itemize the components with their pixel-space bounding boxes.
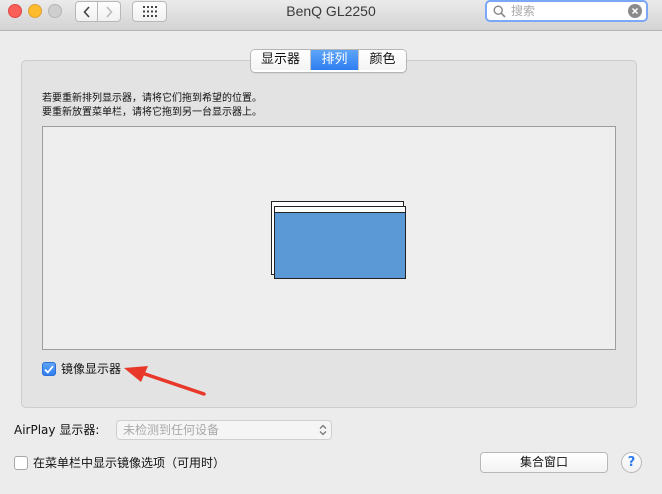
tab-color[interactable]: 颜色: [358, 50, 406, 70]
airplay-display-select[interactable]: 未检测到任何设备: [116, 420, 332, 440]
search-field[interactable]: 搜索: [485, 0, 648, 22]
tab-display[interactable]: 显示器: [251, 50, 310, 70]
annotation-arrow-icon: [124, 366, 206, 396]
gather-windows-button[interactable]: 集合窗口: [480, 452, 608, 473]
clear-search-icon[interactable]: [628, 4, 642, 18]
checkmark-icon: [44, 365, 54, 374]
airplay-select-value: 未检测到任何设备: [123, 423, 220, 437]
tab-bar: 显示器 排列 颜色: [250, 49, 407, 73]
help-button[interactable]: ?: [621, 452, 642, 473]
mirror-displays-label: 镜像显示器: [61, 362, 122, 376]
menu-bar-handle[interactable]: [275, 207, 405, 213]
search-icon: [493, 5, 506, 18]
display-arrangement-area: [42, 126, 616, 350]
select-arrows-icon: [319, 424, 327, 436]
title-bar: BenQ GL2250 搜索: [0, 0, 662, 31]
show-mirroring-options-label: 在菜单栏中显示镜像选项（可用时）: [33, 456, 226, 470]
airplay-display-label: AirPlay 显示器:: [14, 423, 100, 437]
menubar-instruction: 要重新放置菜单栏，请将它拖到另一台显示器上。: [42, 107, 262, 118]
show-mirroring-options-checkbox[interactable]: [14, 456, 28, 470]
search-placeholder: 搜索: [511, 4, 536, 18]
tab-arrangement[interactable]: 排列: [310, 50, 358, 70]
arrangement-instruction: 若要重新排列显示器，请将它们拖到希望的位置。: [42, 93, 262, 104]
mirror-displays-checkbox[interactable]: [42, 362, 56, 376]
primary-display-thumbnail[interactable]: [274, 206, 406, 279]
